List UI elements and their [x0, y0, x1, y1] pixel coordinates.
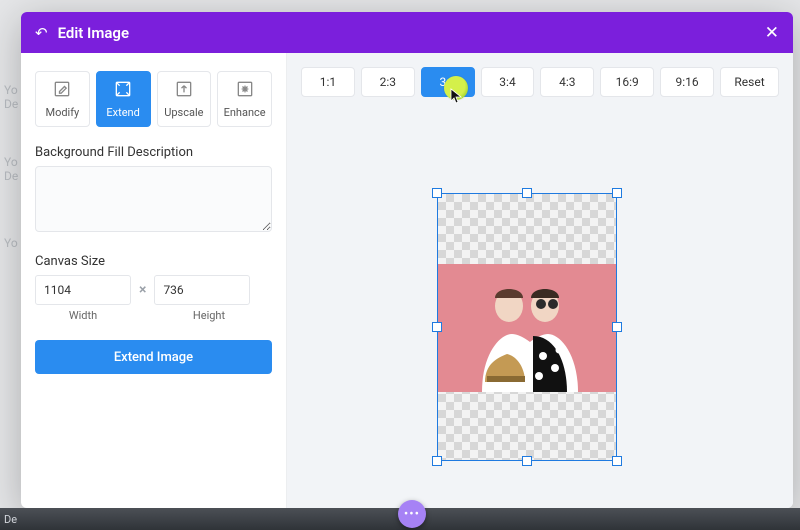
ratio-3-4[interactable]: 3:4: [481, 67, 535, 97]
canvas-size-label: Canvas Size: [35, 254, 272, 269]
tab-label: Enhance: [224, 106, 266, 119]
bg-text: Yo: [4, 83, 18, 97]
width-input[interactable]: [35, 275, 131, 305]
tab-label: Modify: [45, 106, 79, 119]
modal-title: Edit Image: [58, 24, 129, 42]
footer-text: De: [4, 513, 17, 526]
crop-frame[interactable]: [437, 193, 617, 461]
extend-icon: [113, 79, 133, 102]
canvas-area[interactable]: 1:1 2:3 3:2 3:4 4:3 16:9 9:16 Reset: [287, 53, 793, 508]
tab-label: Extend: [106, 106, 139, 119]
aspect-ratio-bar: 1:1 2:3 3:2 3:4 4:3 16:9 9:16 Reset: [301, 67, 779, 97]
ratio-4-3[interactable]: 4:3: [540, 67, 594, 97]
height-sublabel: Height: [161, 309, 257, 322]
resize-handle-tr[interactable]: [612, 188, 622, 198]
pencil-icon: [52, 79, 72, 102]
cursor-icon: [450, 88, 462, 104]
sparkle-icon: [235, 79, 255, 102]
canvas-sublabels: Width Height: [35, 309, 272, 322]
back-icon[interactable]: ↶: [35, 24, 48, 42]
dots-icon: •••: [404, 508, 420, 521]
tab-upscale[interactable]: Upscale: [157, 71, 212, 127]
canvas-size-row: ×: [35, 275, 272, 305]
sidebar: Modify Extend Upscale Enhance Background…: [21, 53, 287, 508]
bg-text: Yo: [4, 155, 18, 169]
resize-handle-bm[interactable]: [522, 456, 532, 466]
height-input[interactable]: [154, 275, 250, 305]
desc-label: Background Fill Description: [35, 145, 272, 160]
resize-handle-mr[interactable]: [612, 322, 622, 332]
tab-modify[interactable]: Modify: [35, 71, 90, 127]
resize-handle-tm[interactable]: [522, 188, 532, 198]
ratio-16-9[interactable]: 16:9: [600, 67, 654, 97]
modal-body: Modify Extend Upscale Enhance Background…: [21, 53, 793, 508]
ratio-2-3[interactable]: 2:3: [361, 67, 415, 97]
extend-image-button[interactable]: Extend Image: [35, 340, 272, 374]
close-icon[interactable]: ✕: [765, 23, 779, 43]
times-icon: ×: [139, 282, 146, 298]
bg-text: De: [4, 169, 18, 183]
ratio-reset-button[interactable]: Reset: [720, 67, 779, 97]
assistant-orb-button[interactable]: •••: [398, 500, 426, 528]
ratio-1-1[interactable]: 1:1: [301, 67, 355, 97]
resize-handle-br[interactable]: [612, 456, 622, 466]
tab-enhance[interactable]: Enhance: [217, 71, 272, 127]
bg-text: Yo: [4, 236, 18, 250]
edit-image-modal: ↶ Edit Image ✕ Modify Extend Upscale: [21, 12, 793, 508]
tool-tabs: Modify Extend Upscale Enhance: [35, 71, 272, 127]
modal-header: ↶ Edit Image ✕: [21, 12, 793, 53]
width-sublabel: Width: [35, 309, 131, 322]
image-preview: [438, 264, 616, 392]
tab-label: Upscale: [164, 106, 203, 119]
tab-extend[interactable]: Extend: [96, 71, 151, 127]
resize-handle-bl[interactable]: [432, 456, 442, 466]
resize-handle-ml[interactable]: [432, 322, 442, 332]
ratio-9-16[interactable]: 9:16: [660, 67, 714, 97]
bg-text: De: [4, 97, 18, 111]
upscale-icon: [174, 79, 194, 102]
resize-handle-tl[interactable]: [432, 188, 442, 198]
description-input[interactable]: [35, 166, 272, 232]
ratio-3-2[interactable]: 3:2: [421, 67, 475, 97]
